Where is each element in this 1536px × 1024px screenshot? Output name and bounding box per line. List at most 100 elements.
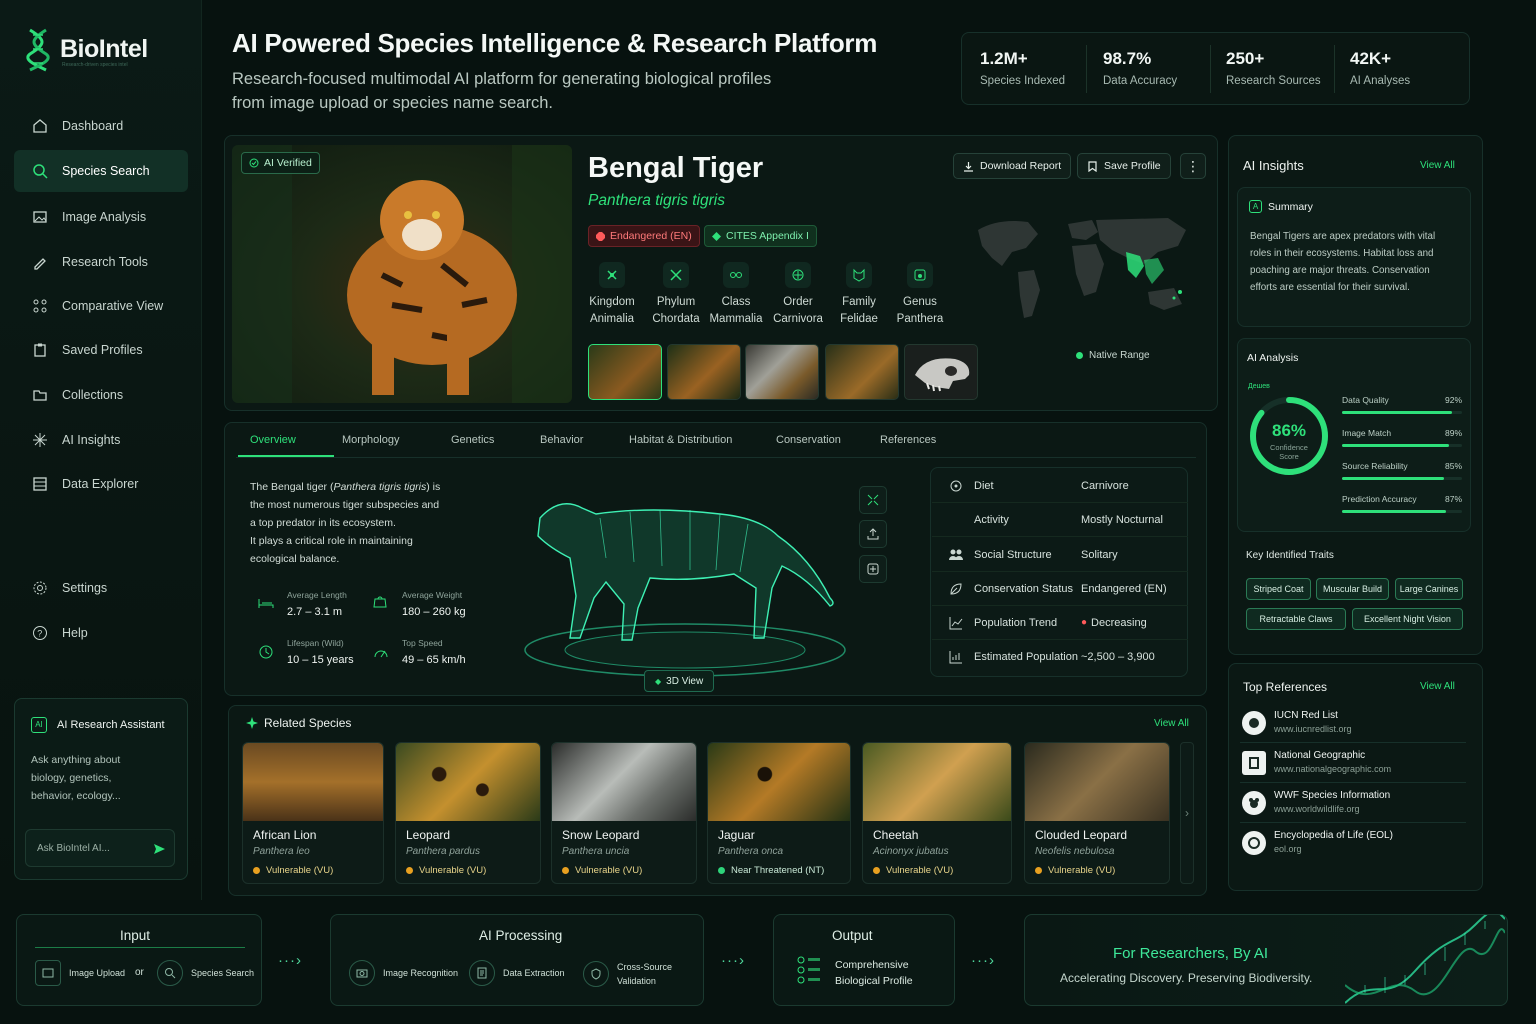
tab-conservation[interactable]: Conservation [776,434,841,446]
metric-bar-fill [1342,477,1444,480]
trait-tag[interactable]: Muscular Build [1316,578,1389,600]
gallery-thumbnail[interactable] [745,344,819,400]
reference-item[interactable]: Encyclopedia of Life (EOL) eol.org [1240,825,1466,863]
insights-view-all-link[interactable]: View All [1420,160,1455,171]
metric-value: 49 – 65 km/h [402,654,466,666]
home-icon [33,119,47,133]
leopard-image [396,743,540,821]
nav-label: Help [62,626,88,640]
bed-ruler-icon [258,599,274,608]
stat-species: 1.2M+ Species Indexed [980,49,1065,87]
save-profile-button[interactable]: Save Profile [1077,153,1171,179]
species-search-item[interactable]: Species Search [157,960,254,986]
table-row: Conservation Status Endangered (EN) [932,572,1188,606]
taxonomy-family: Family Felidae [828,262,890,328]
tab-morphology[interactable]: Morphology [342,434,399,446]
native-range-legend: Native Range [1076,350,1150,361]
bookmark-icon [1088,160,1097,172]
clipboard-icon [34,343,46,357]
species-card-name: Clouded Leopard [1035,828,1128,842]
tab-overview[interactable]: Overview [250,434,296,446]
reference-item[interactable]: WWF Species Information www.worldwildlife… [1240,785,1466,823]
gallery-thumbnail[interactable] [667,344,741,400]
reference-item[interactable]: National Geographic www.nationalgeographi… [1240,745,1466,783]
endangered-badge: Endangered (EN) [588,225,700,247]
related-species-card[interactable]: Jaguar Panthera onca Near Threatened (NT… [707,742,851,884]
export-model-button[interactable] [859,520,887,548]
nav-saved-profiles[interactable]: Saved Profiles [14,329,188,371]
tiger-photo-illustration [232,145,572,403]
gallery-thumbnail[interactable] [588,344,662,400]
zoom-fit-button[interactable] [859,555,887,583]
table-row: Social Structure Solitary [932,538,1188,572]
tagline-title: For Researchers, By AI [1113,945,1269,962]
references-view-all-link[interactable]: View All [1420,681,1455,692]
dna-helix-icon [1345,915,1505,1004]
traits-title: Key Identified Traits [1246,550,1334,561]
related-species-card[interactable]: Clouded Leopard Neofelis nebulosa Vulner… [1024,742,1170,884]
trait-tag[interactable]: Excellent Night Vision [1352,608,1463,630]
flow-arrow-icon: ···› [971,952,995,969]
gallery-thumbnail[interactable] [825,344,899,400]
cross-source-text: Cross-Source Validation [617,960,672,988]
download-report-button[interactable]: Download Report [953,153,1072,179]
tab-behavior[interactable]: Behavior [540,434,583,446]
image-upload-item[interactable]: Image Upload [35,960,125,986]
nav-species-search[interactable]: Species Search [14,150,188,192]
nav-settings[interactable]: Settings [14,567,188,609]
related-species-card[interactable]: African Lion Panthera leo Vulnerable (VU… [242,742,384,884]
related-species-card[interactable]: Cheetah Acinonyx jubatus Vulnerable (VU) [862,742,1012,884]
view-3d-button[interactable]: ◆ 3D View [644,670,715,692]
nav-collections[interactable]: Collections [14,374,188,416]
legend-label: Native Range [1089,350,1150,361]
nav-dashboard[interactable]: Dashboard [14,105,188,147]
image-recognition-item: Image Recognition [349,960,458,986]
nav-research-tools[interactable]: Research Tools [14,241,188,283]
species-card-name: Cheetah [873,828,919,842]
trait-tag[interactable]: Large Canines [1395,578,1463,600]
trait-tag[interactable]: Striped Coat [1246,578,1311,600]
sparkle-icon [246,717,258,729]
or-label: or [135,967,144,978]
tab-genetics[interactable]: Genetics [451,434,494,446]
nav-help[interactable]: ? Help [14,612,188,654]
metric-value: 2.7 – 3.1 m [287,606,343,618]
lion-image [243,743,383,821]
database-icon [33,477,47,491]
nav-ai-insights[interactable]: AI Insights [14,419,188,461]
nav-comparative-view[interactable]: Comparative View [14,285,188,327]
search-icon [157,960,183,986]
tax-rank: Genus [903,296,937,308]
subtitle-line: from image upload or species name search… [232,94,553,112]
status-text: Vulnerable (VU) [886,865,954,876]
nav-image-analysis[interactable]: Image Analysis [14,196,188,238]
nav-data-explorer[interactable]: Data Explorer [14,463,188,505]
overview-description: The Bengal tiger (Panthera tigris tigris… [250,478,480,568]
tax-value: Animalia [589,313,635,325]
reference-name: Encyclopedia of Life (EOL) [1274,830,1393,841]
references-title: Top References [1243,680,1328,694]
analysis-metric: Image Match 89% [1342,428,1462,447]
assistant-input[interactable]: Ask BioIntel AI... [25,829,175,867]
rotate-button[interactable] [859,486,887,514]
more-options-button[interactable]: ⋮ [1180,153,1206,179]
tab-references[interactable]: References [880,434,936,446]
output-title: Output [832,928,873,943]
related-species-card[interactable]: Leopard Panthera pardus Vulnerable (VU) [395,742,541,884]
skull-thumbnail[interactable] [904,344,978,400]
scroll-right-button[interactable]: › [1180,742,1194,884]
phylum-icon [663,262,689,288]
clock-icon [259,645,273,659]
input-label: Species Search [191,968,255,978]
send-icon[interactable] [152,842,166,856]
sparkle-icon [33,433,47,447]
tab-habitat[interactable]: Habitat & Distribution [629,434,732,446]
image-upload-icon [35,960,61,986]
trait-tag[interactable]: Retractable Claws [1246,608,1346,630]
related-species-card[interactable]: Snow Leopard Panthera uncia Vulnerable (… [551,742,697,884]
table-row: Estimated Population ~2,500 – 3,900 [932,640,1188,674]
related-view-all-link[interactable]: View All [1154,718,1189,729]
reference-item[interactable]: IUCN Red List www.iucnredlist.org [1240,705,1466,743]
metric-label: Top Speed [402,638,443,648]
species-card-sci: Panthera onca [718,846,784,857]
